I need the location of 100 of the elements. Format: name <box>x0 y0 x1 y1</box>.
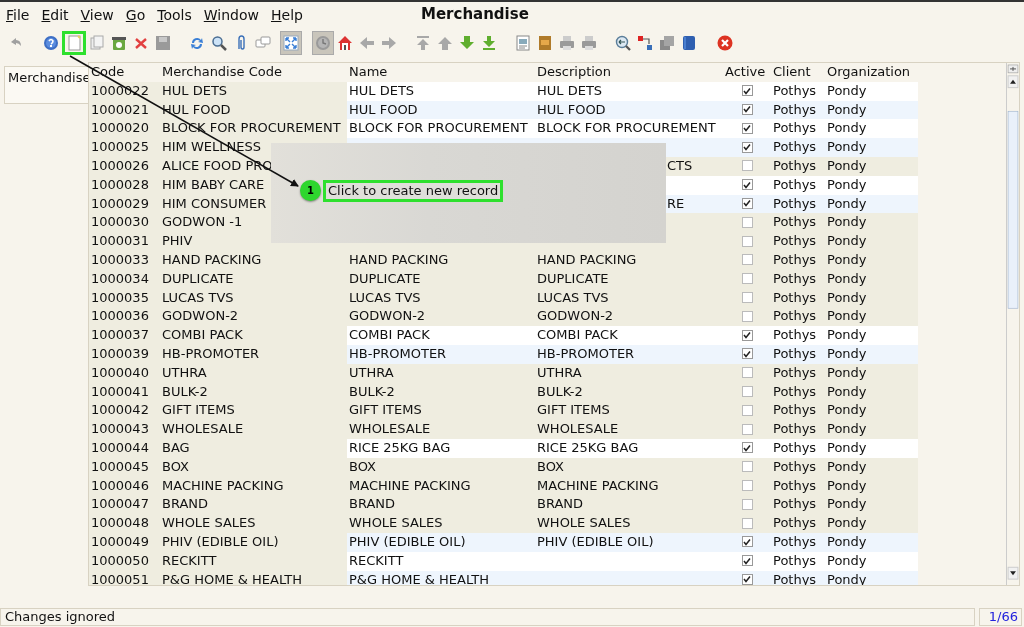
top-arrow-icon <box>415 35 431 51</box>
up-arrow-icon <box>437 35 453 51</box>
checkbox[interactable] <box>741 254 753 266</box>
checkbox[interactable] <box>741 348 753 360</box>
menu-item[interactable]: Edit <box>35 6 75 23</box>
table-cell: Pondy <box>825 401 918 421</box>
table-cell: BRAND <box>535 495 723 515</box>
checkbox[interactable] <box>741 160 753 172</box>
checkbox[interactable] <box>741 179 753 191</box>
table-cell: Pothys <box>771 420 825 439</box>
recycle-bin-icon <box>111 35 127 51</box>
copy-icon <box>89 35 105 51</box>
checkbox[interactable] <box>741 310 753 322</box>
zoom-icon <box>615 35 631 51</box>
checkbox[interactable] <box>741 104 753 115</box>
checkbox[interactable] <box>741 122 753 134</box>
checkbox[interactable] <box>741 498 753 510</box>
table-cell: GODWON-2 <box>160 307 347 327</box>
table-cell: WHOLESALE <box>347 420 535 439</box>
workflow-icon <box>637 35 653 51</box>
checkbox[interactable] <box>741 385 753 397</box>
checkbox[interactable] <box>741 573 753 585</box>
table-cell: 1000025 <box>89 138 160 157</box>
table-cell: Pondy <box>825 326 918 345</box>
table-cell: GODWON-2 <box>347 307 535 327</box>
table-cell: Pondy <box>825 213 918 233</box>
table-cell: 1000042 <box>89 401 160 421</box>
window-title: Merchandise <box>421 5 529 23</box>
table-cell: GIFT ITEMS <box>347 401 535 421</box>
table-cell: GIFT ITEMS <box>160 401 347 421</box>
checkbox[interactable] <box>741 235 753 247</box>
search-icon <box>211 35 227 51</box>
clock-button[interactable] <box>312 31 334 55</box>
table-cell: BRAND <box>160 495 347 515</box>
checkbox[interactable] <box>741 442 753 454</box>
table-cell: 1000031 <box>89 232 160 251</box>
table-cell: Pothys <box>771 232 825 251</box>
table-cell: Pothys <box>771 495 825 515</box>
table-cell: COMBI PACK <box>535 326 723 345</box>
table-cell: Pothys <box>771 81 825 101</box>
table-cell: Pothys <box>771 307 825 327</box>
table-cell: Pondy <box>825 138 918 157</box>
scrollbar[interactable] <box>1006 63 1019 585</box>
checkbox[interactable] <box>741 197 753 209</box>
checkbox[interactable] <box>741 479 753 491</box>
archive-icon <box>537 35 553 51</box>
checkbox[interactable] <box>741 329 753 341</box>
table-cell: 1000047 <box>89 495 160 515</box>
checkbox[interactable] <box>741 216 753 228</box>
table-cell: BLOCK FOR PROCUREMENT <box>535 119 723 139</box>
checkbox[interactable] <box>741 536 753 548</box>
checkbox[interactable] <box>741 291 753 303</box>
document-icon <box>66 35 82 51</box>
checkbox[interactable] <box>741 423 753 435</box>
table-cell: 1000043 <box>89 420 160 439</box>
table-cell: Pondy <box>825 307 918 327</box>
checkbox[interactable] <box>741 461 753 473</box>
checkbox[interactable] <box>741 85 753 97</box>
table-cell: Pothys <box>771 119 825 139</box>
menu-item[interactable]: Tools <box>151 6 198 23</box>
printer-icon <box>581 35 597 51</box>
table-cell: COMBI PACK <box>347 326 535 345</box>
table-cell: Pondy <box>825 81 918 101</box>
checkbox[interactable] <box>741 555 753 567</box>
table-cell: 1000036 <box>89 307 160 327</box>
expand-button[interactable] <box>280 31 302 55</box>
checkbox[interactable] <box>741 517 753 529</box>
table-cell: WHOLE SALES <box>347 514 535 533</box>
table-cell: Pondy <box>825 119 918 139</box>
table-cell: BRAND <box>347 495 535 515</box>
table-cell: COMBI PACK <box>160 326 347 345</box>
menu-item[interactable]: Window <box>197 6 265 23</box>
menu-item[interactable]: View <box>74 6 120 23</box>
checkbox[interactable] <box>741 141 753 153</box>
table-cell: HUL DETS <box>347 81 535 101</box>
table-cell: Pondy <box>825 232 918 251</box>
table-cell: Pondy <box>825 514 918 533</box>
table-cell: Pothys <box>771 138 825 157</box>
printer-icon <box>559 35 575 51</box>
table-cell: WHOLE SALES <box>160 514 347 533</box>
down-arrow-icon <box>459 35 475 51</box>
table-cell: WHOLESALE <box>160 420 347 439</box>
checkbox[interactable] <box>741 367 753 379</box>
home-icon <box>337 35 353 51</box>
x-mark-icon <box>133 35 149 51</box>
checkbox[interactable] <box>741 273 753 285</box>
table-cell: BLOCK FOR PROCUREMENT <box>347 119 535 139</box>
table-cell: HUL DETS <box>535 81 723 101</box>
table-cell: Pothys <box>771 401 825 421</box>
menu-item[interactable]: File <box>0 6 36 23</box>
left-arrow-icon <box>359 35 375 51</box>
refresh-icon <box>189 35 205 51</box>
table-cell: WHOLESALE <box>535 420 723 439</box>
help-icon <box>43 35 59 51</box>
callout-label: Click to create new record <box>323 180 504 202</box>
checkbox[interactable] <box>741 404 753 416</box>
clock-icon <box>315 35 331 51</box>
menu-item[interactable]: Go <box>119 6 152 23</box>
table-cell: GIFT ITEMS <box>535 401 723 421</box>
menu-item[interactable]: Help <box>265 6 309 23</box>
